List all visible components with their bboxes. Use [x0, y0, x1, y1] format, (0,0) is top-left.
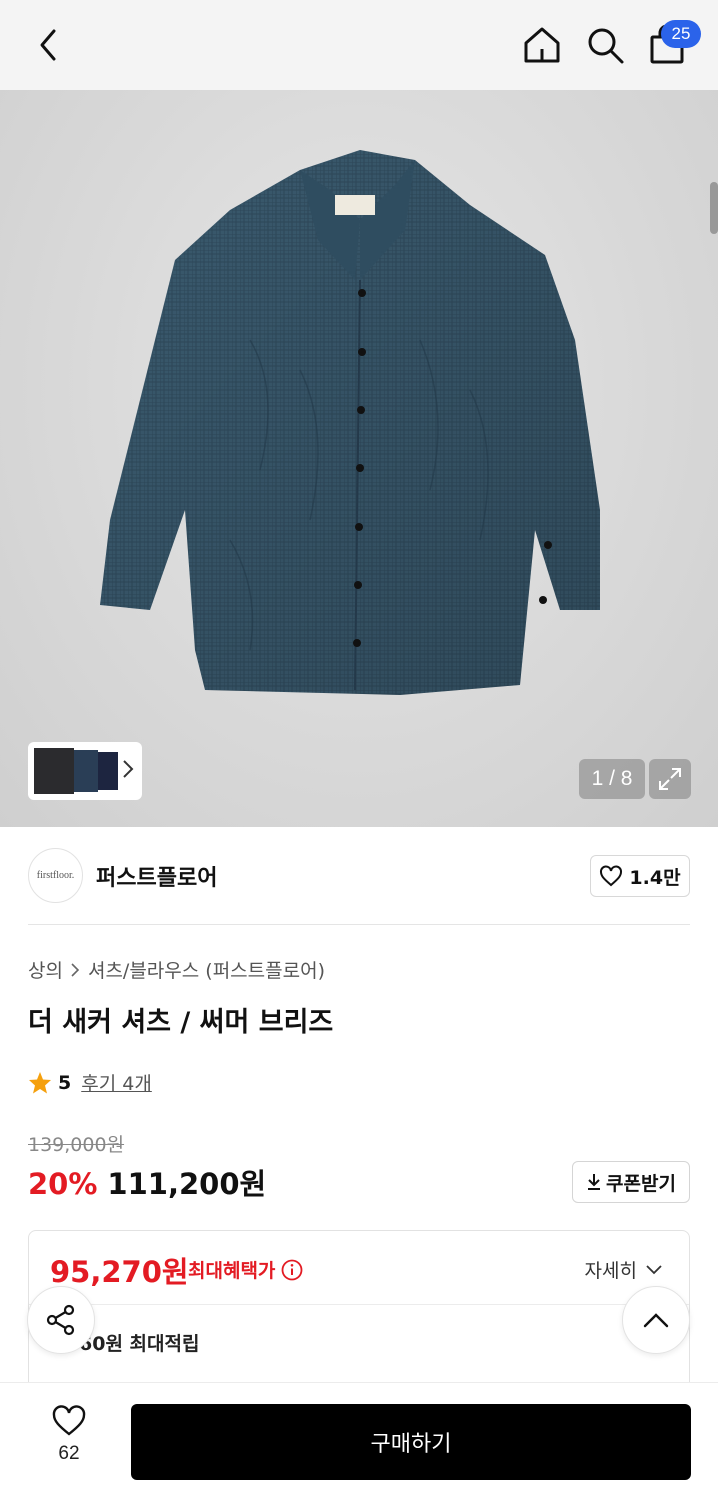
discount-rate: 20%	[28, 1167, 98, 1201]
review-count-link[interactable]: 후기 4개	[81, 1069, 152, 1096]
buy-button[interactable]: 구매하기	[131, 1404, 691, 1480]
rating-score: 5	[58, 1071, 72, 1094]
original-price: 139,000원	[28, 1134, 125, 1156]
coupon-label: 쿠폰받기	[606, 1172, 676, 1195]
image-counter: 1 / 8	[579, 759, 645, 799]
benefit-detail-label: 자세히	[584, 1260, 637, 1282]
benefit-detail-toggle[interactable]: 자세히	[585, 1256, 663, 1283]
sale-price: 111,200원	[107, 1167, 267, 1201]
search-icon	[588, 28, 624, 64]
product-title: 더 새커 셔츠 / 써머 브리즈	[28, 1007, 334, 1038]
share-icon	[46, 1304, 75, 1336]
search-button[interactable]	[582, 22, 628, 68]
brand-row: firstfloor. 퍼스트플로어 1.4만	[28, 827, 690, 925]
heart-outline-icon	[52, 1405, 86, 1436]
rating-row: 5 후기 4개	[28, 1069, 152, 1096]
price-row: 20% 111,200원	[28, 1161, 266, 1203]
best-benefit-label-text: 최대혜택가	[188, 1260, 276, 1282]
chevron-right-icon	[123, 760, 134, 778]
info-icon[interactable]	[281, 1259, 303, 1281]
brand-like-button[interactable]: 1.4만	[590, 855, 690, 897]
chevron-right-icon	[71, 962, 80, 977]
brand-like-count: 1.4만	[629, 866, 681, 889]
expand-image-button[interactable]	[649, 759, 691, 799]
breadcrumb-item-top[interactable]: 상의	[28, 956, 63, 983]
benefit-summary: 95,270원 최대혜택가 자세히	[29, 1231, 689, 1305]
coupon-download-button[interactable]: 쿠폰받기	[572, 1161, 690, 1203]
color-thumbnail	[34, 748, 118, 794]
home-icon	[524, 27, 560, 63]
expand-icon	[659, 768, 681, 790]
heart-outline-icon	[600, 865, 623, 887]
download-icon	[588, 1174, 601, 1190]
bottom-action-bar: 62 구매하기	[0, 1382, 718, 1500]
benefit-box: 95,270원 최대혜택가 자세히 60원 최대적립	[28, 1230, 690, 1400]
product-like-count: 62	[58, 1443, 80, 1464]
back-button[interactable]	[26, 22, 72, 68]
chevron-up-icon	[643, 1313, 669, 1328]
cart-count-badge: 25	[661, 20, 701, 48]
page-scrollbar[interactable]	[710, 182, 718, 234]
share-button[interactable]	[27, 1286, 95, 1354]
chevron-left-icon	[40, 29, 56, 61]
breadcrumb-item-shirts[interactable]: 셔츠/블라우스 (퍼스트플로어)	[88, 956, 325, 983]
brand-logo[interactable]: firstfloor.	[28, 848, 83, 903]
best-benefit-label: 최대혜택가	[188, 1256, 303, 1283]
brand-name[interactable]: 퍼스트플로어	[96, 860, 217, 892]
scroll-to-top-button[interactable]	[622, 1286, 690, 1354]
points-text: 60원 최대적립	[79, 1333, 200, 1355]
chevron-down-icon	[646, 1265, 662, 1275]
product-image	[100, 150, 600, 695]
color-thumbnail-strip[interactable]	[28, 742, 142, 800]
product-image-gallery[interactable]	[0, 90, 718, 827]
top-navigation-bar: 25	[0, 0, 718, 90]
breadcrumb: 상의 셔츠/블라우스 (퍼스트플로어)	[28, 956, 325, 983]
product-like-button[interactable]: 62	[30, 1405, 108, 1475]
best-benefit-price: 95,270원	[50, 1255, 189, 1289]
home-button[interactable]	[519, 22, 565, 68]
star-icon	[29, 1071, 51, 1093]
